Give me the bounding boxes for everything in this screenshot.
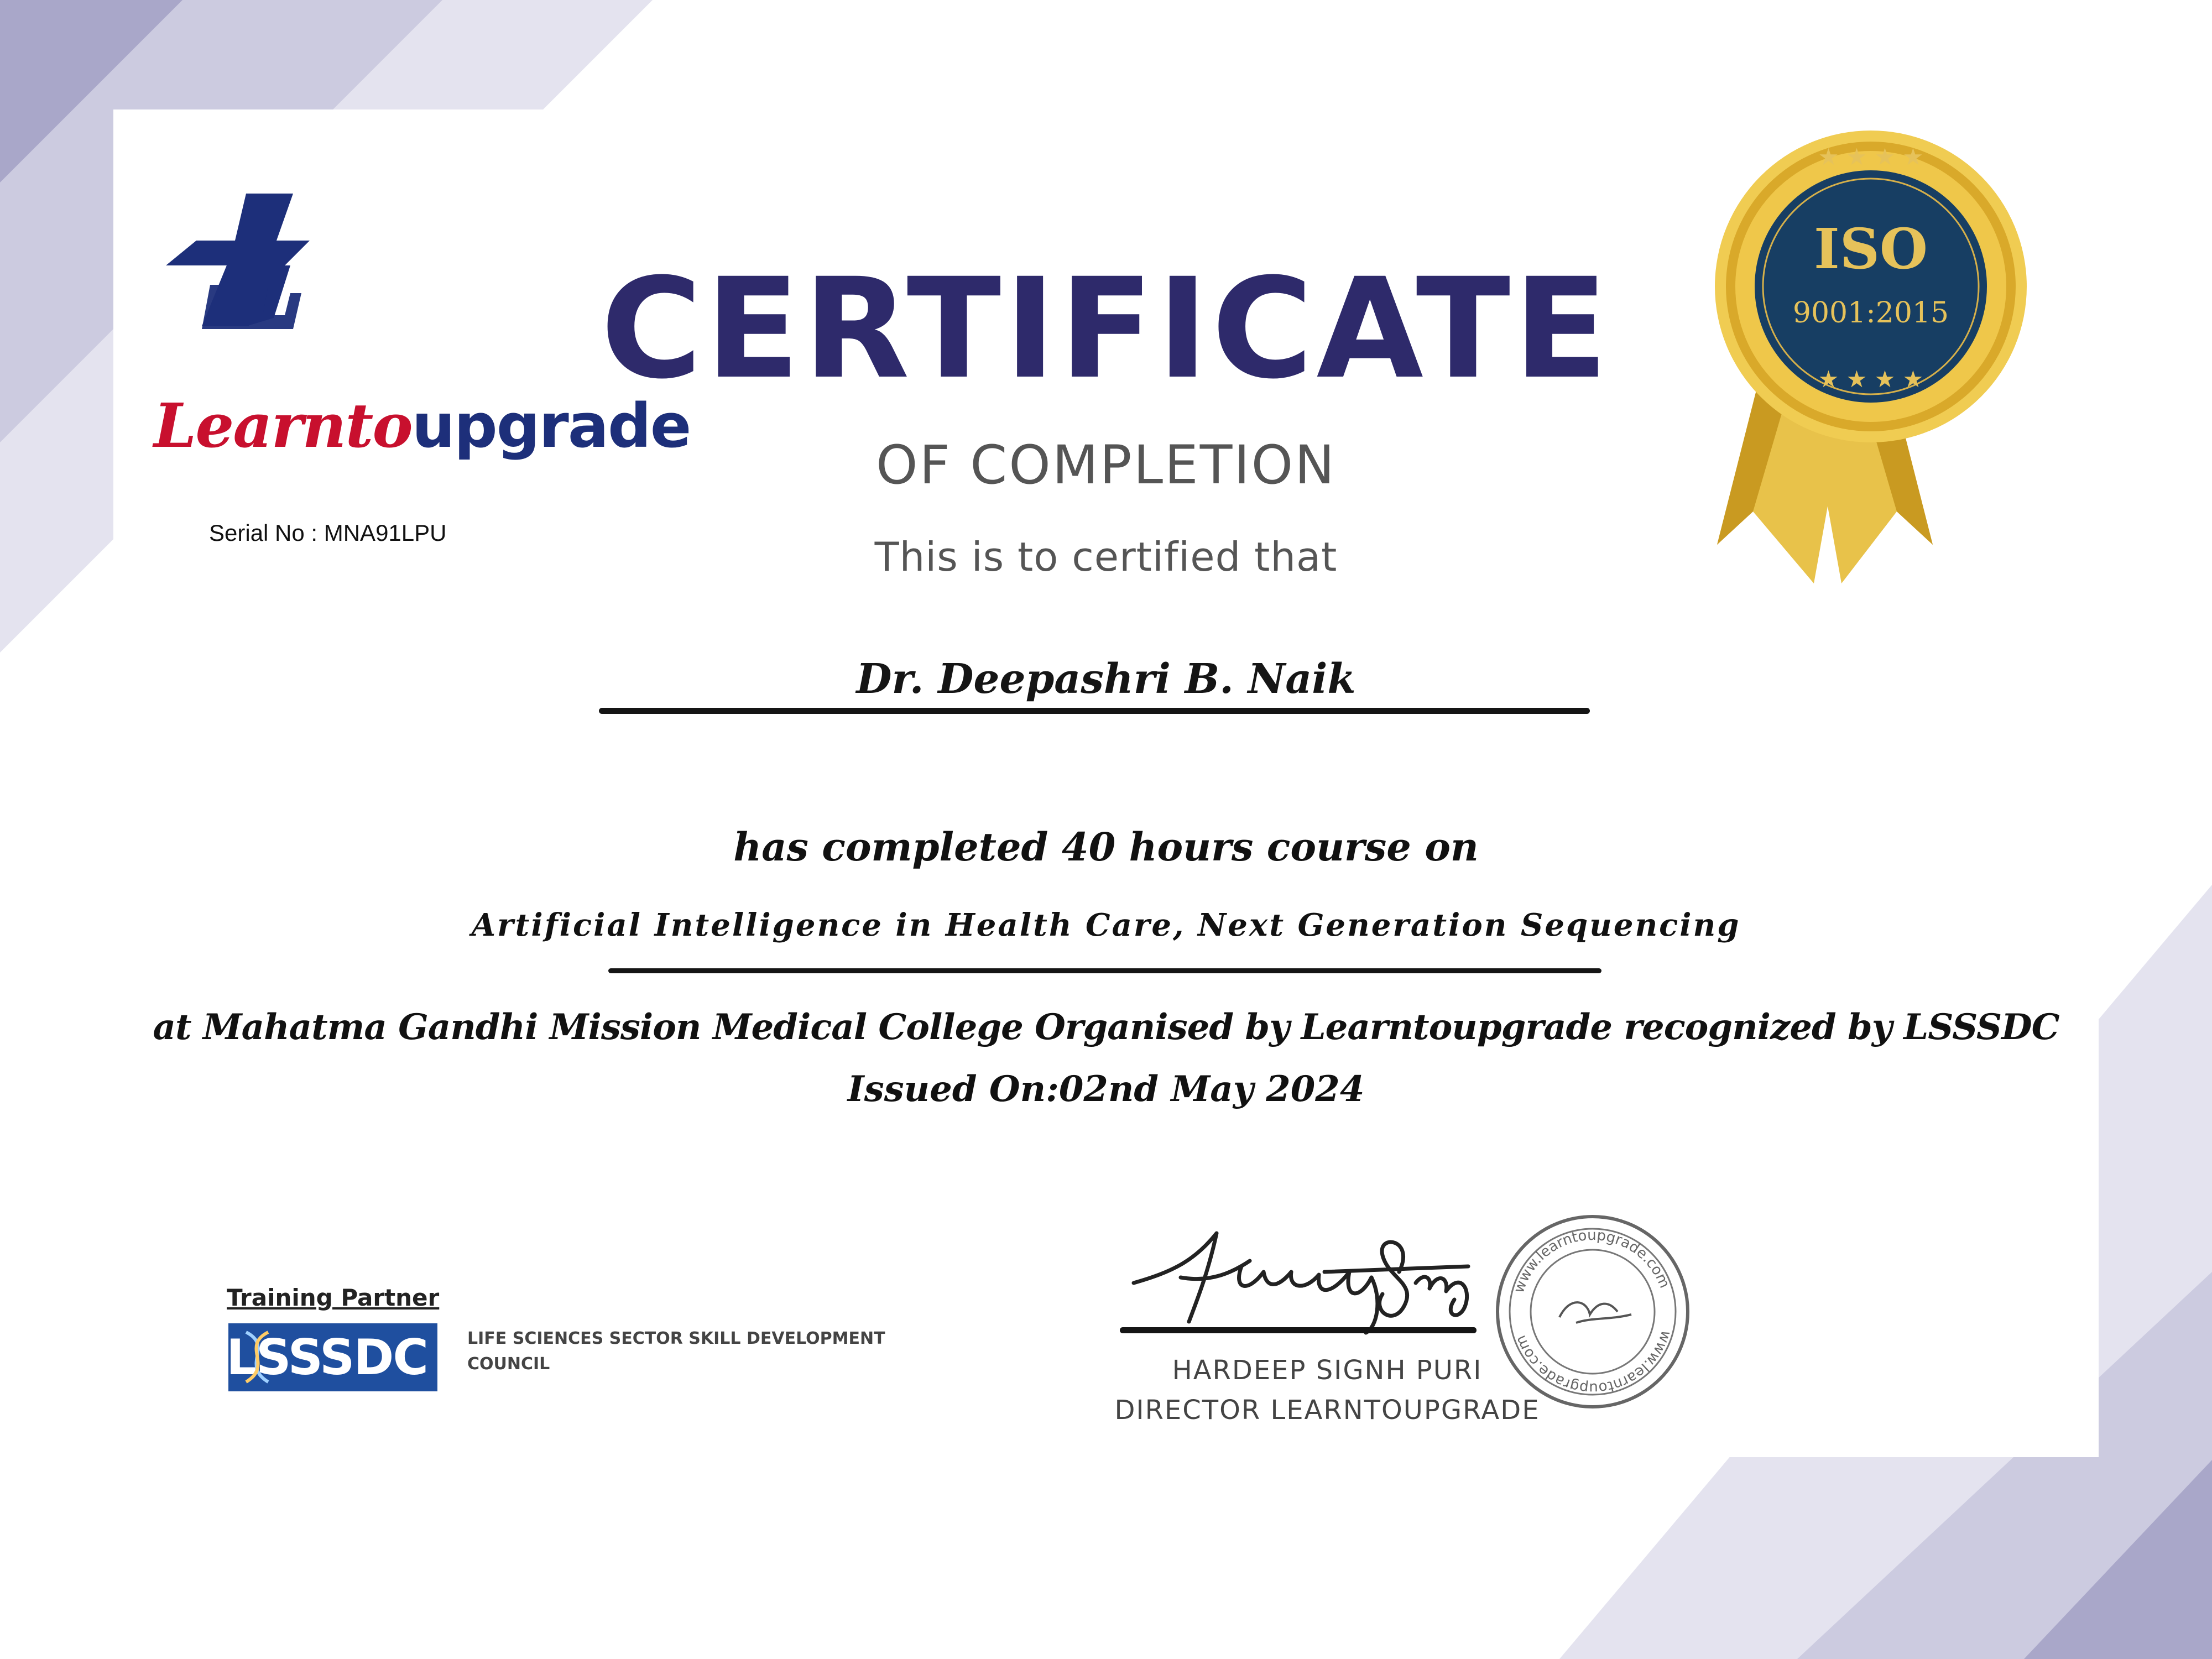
certificate-subtitle: OF COMPLETION: [875, 434, 1337, 496]
recipient-underline: [599, 708, 1590, 714]
dna-icon: [245, 1331, 269, 1384]
venue-statement: at Mahatma Gandhi Mission Medical Colleg…: [153, 1006, 2059, 1048]
learntoupgrade-logo: [149, 182, 404, 395]
certification-intro: This is to certified that: [874, 534, 1338, 580]
recipient-name: Dr. Deepashri B. Naik: [856, 655, 1356, 703]
completion-statement: has completed 40 hours course on: [733, 824, 1479, 870]
signatory-title: DIRECTOR LEARNTOUPGRADE: [1114, 1395, 1540, 1426]
certificate-title: CERTIFICATE: [601, 248, 1611, 409]
logo-mark: [166, 194, 310, 329]
certificate: Learntoupgrade Serial No : MNA91LPU CERT…: [0, 0, 2212, 1659]
course-title: Artificial Intelligence in Health Care, …: [471, 907, 1741, 943]
logo-wordmark-learn: Learnto: [154, 390, 413, 461]
issue-date: Issued On:02nd May 2024: [847, 1068, 1365, 1110]
course-underline: [608, 968, 1601, 973]
training-partner-heading: Training Partner: [227, 1284, 440, 1311]
signatory-name: HARDEEP SIGNH PURI: [1172, 1355, 1483, 1386]
council-name: LIFE SCIENCES SECTOR SKILL DEVELOPMENT C…: [467, 1329, 885, 1374]
lsssdc-logo: LSSSDC: [226, 1323, 437, 1391]
serial-number: Serial No : MNA91LPU: [209, 520, 447, 546]
